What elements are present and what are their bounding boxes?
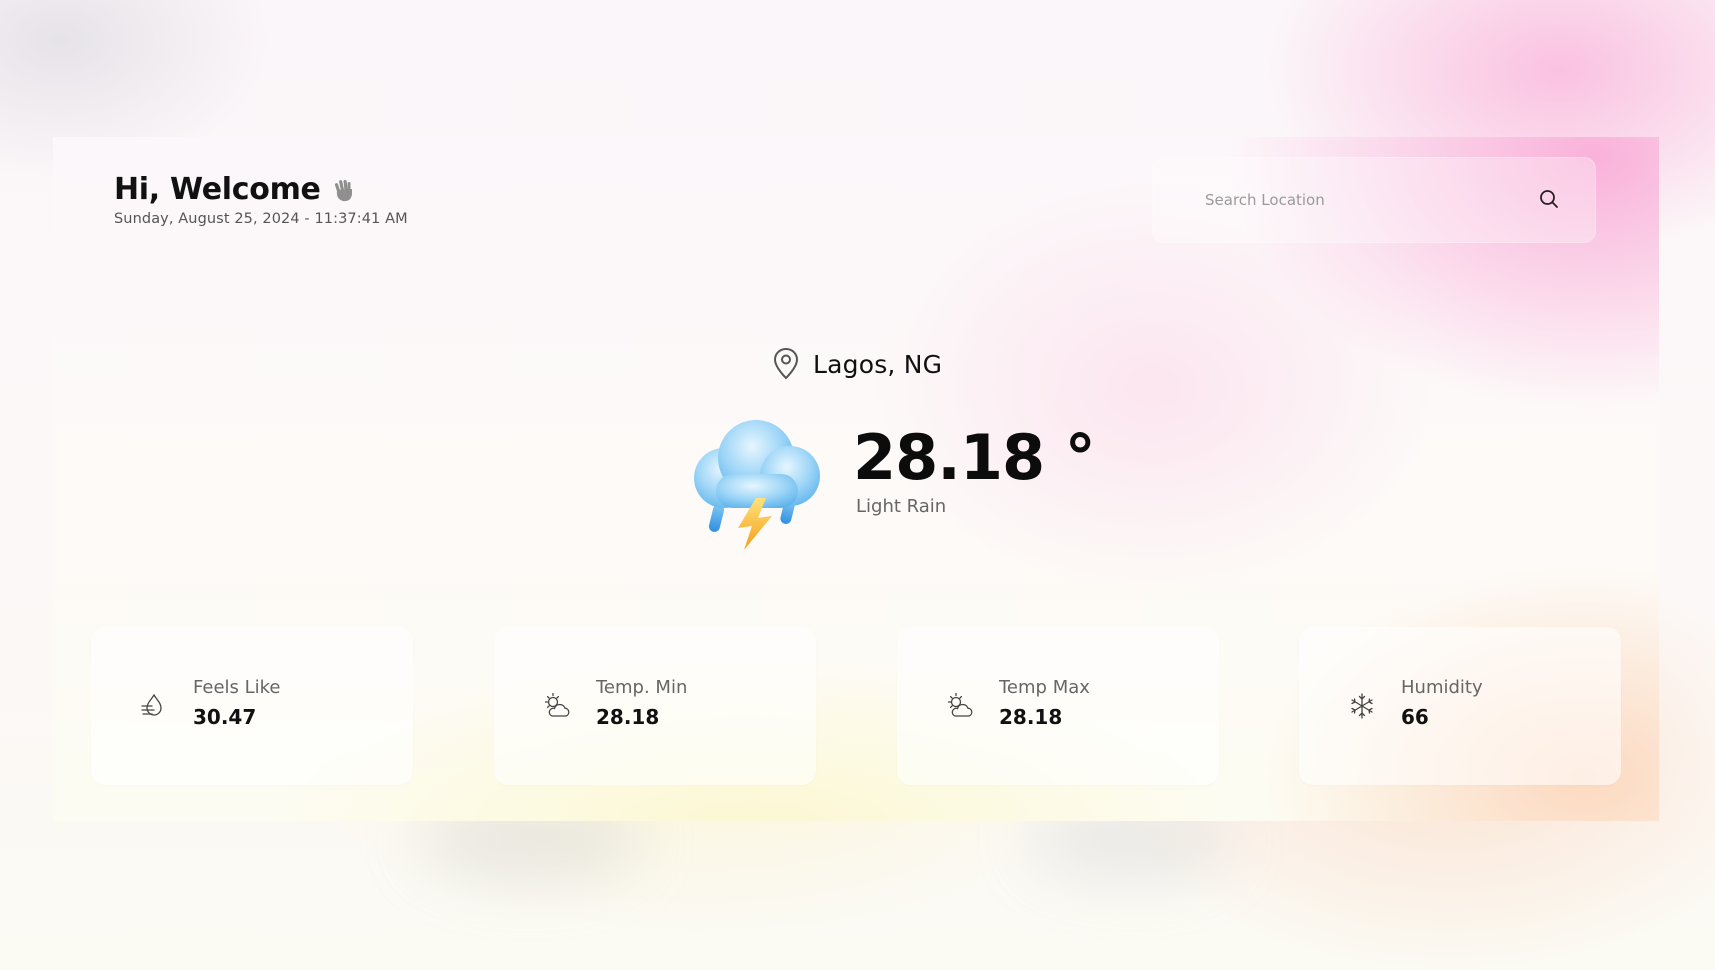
partly-sunny-icon (544, 692, 570, 717)
map-pin-icon (773, 347, 799, 380)
greeting-section: Hi, Welcome Sunday, August 25, 2024 - 11… (114, 171, 408, 227)
stat-value: 30.47 (193, 705, 257, 729)
stat-label: Feels Like (193, 677, 281, 698)
temperature-value: 28.18 ° (853, 421, 1096, 494)
feels-like-icon (141, 693, 162, 716)
current-datetime: Sunday, August 25, 2024 - 11:37:41 AM (114, 211, 408, 227)
partly-sunny-icon (947, 692, 973, 717)
weather-dashboard-panel: Hi, Welcome Sunday, August 25, 2024 - 11… (53, 137, 1659, 821)
location-display: Lagos, NG (771, 347, 942, 381)
search-input[interactable] (1203, 184, 1527, 216)
thunderstorm-cloud-icon (694, 420, 820, 550)
stat-value: 66 (1401, 705, 1429, 729)
weather-description: Light Rain (856, 496, 947, 517)
search-box[interactable] (1152, 157, 1596, 243)
stat-label: Humidity (1401, 677, 1483, 698)
waving-hand-icon (334, 180, 352, 202)
stat-card-feels-like: Feels Like 30.47 (91, 627, 413, 785)
current-weather: 28.18 ° Light Rain (686, 412, 1106, 552)
search-icon[interactable] (1538, 188, 1560, 210)
greeting-heading: Hi, Welcome (114, 171, 408, 209)
stat-card-humidity: Humidity 66 (1299, 627, 1621, 785)
stat-label: Temp. Min (596, 677, 688, 698)
stat-label: Temp Max (999, 677, 1090, 698)
location-name: Lagos, NG (813, 349, 943, 379)
humidity-icon (1351, 693, 1373, 719)
greeting-text: Hi, Welcome (114, 172, 321, 207)
stat-value: 28.18 (596, 705, 660, 729)
stat-card-temp-max: Temp Max 28.18 (897, 627, 1219, 785)
stat-card-temp-min: Temp. Min 28.18 (494, 627, 816, 785)
stat-value: 28.18 (999, 705, 1063, 729)
